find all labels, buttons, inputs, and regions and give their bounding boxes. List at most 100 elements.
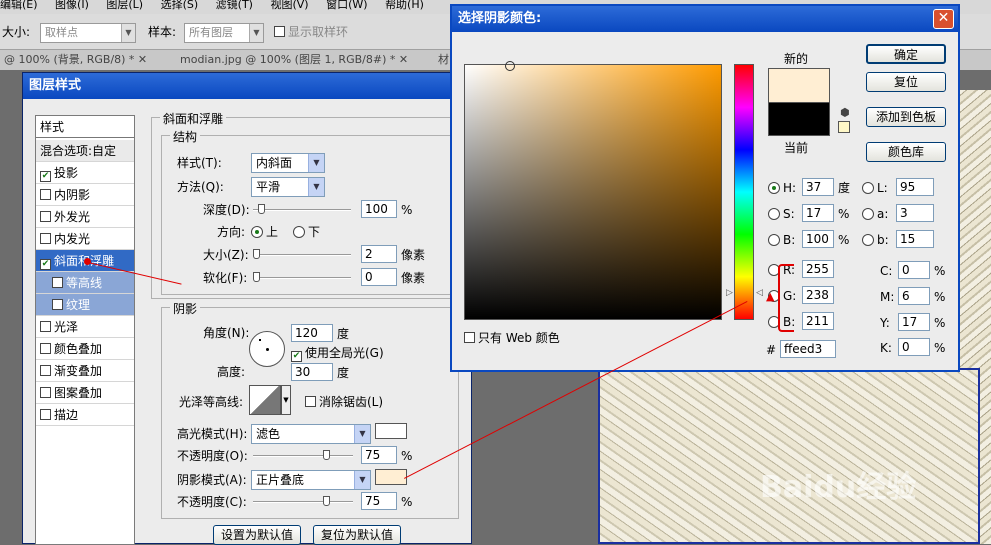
- depth-input[interactable]: 100: [361, 200, 397, 218]
- l-input[interactable]: 95: [896, 178, 934, 196]
- direction-down-radio[interactable]: 下: [293, 223, 320, 241]
- close-icon[interactable]: ✕: [933, 9, 954, 29]
- k-input[interactable]: 0: [898, 338, 930, 356]
- lab-b-radio[interactable]: b:: [862, 231, 889, 249]
- checkbox[interactable]: [40, 409, 51, 420]
- menu-help[interactable]: 帮助(H): [385, 0, 424, 10]
- depth-slider[interactable]: [253, 204, 351, 214]
- hex-input[interactable]: ffeed3: [780, 340, 836, 358]
- web-safe-swatch[interactable]: [838, 121, 850, 133]
- radio[interactable]: [862, 182, 874, 194]
- blend-options-item[interactable]: 混合选项:自定: [36, 140, 134, 162]
- checkbox[interactable]: [40, 365, 51, 376]
- s-input[interactable]: 17: [802, 204, 834, 222]
- hue-slider[interactable]: [734, 64, 754, 320]
- direction-up-radio[interactable]: 上: [251, 223, 278, 241]
- highlight-opacity-input[interactable]: 75: [361, 446, 397, 464]
- y-input[interactable]: 17: [898, 313, 930, 331]
- a-radio[interactable]: a:: [862, 205, 888, 223]
- angle-input[interactable]: 120: [291, 324, 333, 342]
- cube-icon[interactable]: ⬢: [840, 106, 850, 119]
- radio[interactable]: [251, 226, 263, 238]
- ok-button[interactable]: 确定: [866, 44, 946, 64]
- add-to-swatches-button[interactable]: 添加到色板: [866, 107, 946, 127]
- radio[interactable]: [862, 208, 874, 220]
- checkbox[interactable]: [274, 26, 285, 37]
- a-input[interactable]: 3: [896, 204, 934, 222]
- sample-layers-select[interactable]: 所有图层 ▼: [184, 23, 264, 43]
- hue-right-arrow-icon[interactable]: ◁: [756, 288, 763, 298]
- current-color-swatch[interactable]: [768, 102, 830, 136]
- checkbox[interactable]: [464, 332, 475, 343]
- menu-layer[interactable]: 图层(L): [106, 0, 143, 10]
- menu-image[interactable]: 图像(I): [55, 0, 89, 10]
- color-field[interactable]: [464, 61, 722, 320]
- show-ring-option[interactable]: 显示取样环: [274, 23, 348, 41]
- menu-select[interactable]: 选择(S): [161, 0, 199, 10]
- checkbox[interactable]: [305, 396, 316, 407]
- radio[interactable]: [862, 234, 874, 246]
- radio[interactable]: [768, 182, 780, 194]
- g-input[interactable]: 238: [802, 286, 834, 304]
- style-item-color-overlay[interactable]: 颜色叠加: [36, 338, 134, 360]
- s-radio[interactable]: S:: [768, 205, 795, 223]
- soften-slider[interactable]: [253, 272, 351, 282]
- highlight-color-swatch[interactable]: [375, 423, 407, 439]
- shadow-color-swatch[interactable]: [375, 469, 407, 485]
- checkbox[interactable]: [40, 211, 51, 222]
- hue-left-arrow-icon[interactable]: ▷: [726, 288, 733, 298]
- radio[interactable]: [768, 234, 780, 246]
- b-input[interactable]: 211: [802, 312, 834, 330]
- h-input[interactable]: 37: [802, 178, 834, 196]
- checkbox[interactable]: ✔: [291, 351, 302, 362]
- checkbox[interactable]: [40, 343, 51, 354]
- style-item-contour[interactable]: 等高线: [36, 272, 134, 294]
- styles-header[interactable]: 样式: [36, 116, 134, 138]
- radio[interactable]: [293, 226, 305, 238]
- web-only-checkbox[interactable]: 只有 Web 颜色: [464, 329, 560, 347]
- slider-thumb[interactable]: [323, 496, 330, 506]
- antialias-checkbox[interactable]: 消除锯齿(L): [305, 393, 383, 411]
- style-item-inner-shadow[interactable]: 内阴影: [36, 184, 134, 206]
- sample-size-select[interactable]: 取样点 ▼: [40, 23, 136, 43]
- style-item-gradient-overlay[interactable]: 渐变叠加: [36, 360, 134, 382]
- checkbox[interactable]: ✔: [40, 171, 51, 182]
- lab-b-input[interactable]: 15: [896, 230, 934, 248]
- style-item-drop-shadow[interactable]: ✔ 投影: [36, 162, 134, 184]
- menu-filter[interactable]: 滤镜(T): [216, 0, 253, 10]
- technique-select[interactable]: 平滑 ▼: [251, 177, 325, 197]
- brightness-input[interactable]: 100: [802, 230, 834, 248]
- gloss-contour-picker[interactable]: [249, 385, 281, 415]
- size-input[interactable]: 2: [361, 245, 397, 263]
- h-radio[interactable]: H:: [768, 179, 796, 197]
- slider-thumb[interactable]: [323, 450, 330, 460]
- style-item-satin[interactable]: 光泽: [36, 316, 134, 338]
- reset-default-button[interactable]: 复位为默认值: [313, 525, 401, 545]
- highlight-opacity-slider[interactable]: [253, 450, 353, 460]
- checkbox[interactable]: [40, 321, 51, 332]
- menu-view[interactable]: 视图(V): [270, 0, 308, 10]
- doc-tab-2[interactable]: modian.jpg @ 100% (图层 1, RGB/8#) * ✕: [180, 50, 408, 70]
- style-item-pattern-overlay[interactable]: 图案叠加: [36, 382, 134, 404]
- slider-thumb[interactable]: [253, 249, 260, 259]
- shadow-mode-select[interactable]: 正片叠底 ▼: [251, 470, 371, 490]
- soften-input[interactable]: 0: [361, 268, 397, 286]
- brightness-radio[interactable]: B:: [768, 231, 795, 249]
- checkbox[interactable]: [40, 387, 51, 398]
- size-slider[interactable]: [253, 249, 351, 259]
- checkbox[interactable]: ✔: [40, 259, 51, 270]
- menu-window[interactable]: 窗口(W): [326, 0, 367, 10]
- checkbox[interactable]: [40, 189, 51, 200]
- l-radio[interactable]: L:: [862, 179, 888, 197]
- style-item-outer-glow[interactable]: 外发光: [36, 206, 134, 228]
- chevron-down-icon[interactable]: ▼: [281, 385, 291, 415]
- angle-dial[interactable]: [249, 331, 285, 367]
- style-item-texture[interactable]: 纹理: [36, 294, 134, 316]
- checkbox[interactable]: [40, 233, 51, 244]
- radio[interactable]: [768, 208, 780, 220]
- document-canvas[interactable]: [598, 368, 980, 544]
- c-input[interactable]: 0: [898, 261, 930, 279]
- checkbox[interactable]: [52, 299, 63, 310]
- checkbox[interactable]: [52, 277, 63, 288]
- shadow-opacity-slider[interactable]: [253, 496, 353, 506]
